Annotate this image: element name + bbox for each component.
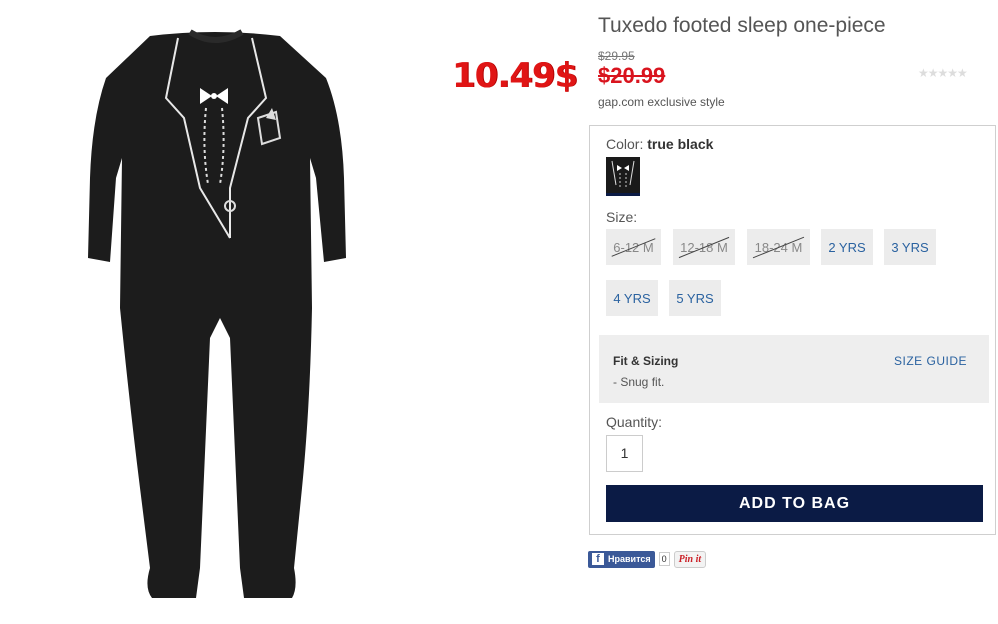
size-option-12-18m[interactable]: 12-18 M bbox=[673, 229, 735, 265]
size-option-4yrs[interactable]: 4 YRS bbox=[606, 280, 658, 316]
fit-title: Fit & Sizing bbox=[613, 354, 679, 368]
rating-stars[interactable]: ★★★★★ bbox=[918, 66, 968, 80]
size-option-5yrs[interactable]: 5 YRS bbox=[669, 280, 721, 316]
product-title: Tuxedo footed sleep one-piece bbox=[598, 14, 886, 37]
pin-it-button[interactable]: Pin it bbox=[673, 550, 707, 568]
promo-price: 10.49$ bbox=[452, 56, 578, 96]
product-image bbox=[88, 29, 346, 598]
sale-price: $20.99 bbox=[598, 63, 666, 88]
size-label: Size: bbox=[606, 209, 638, 225]
facebook-like-button[interactable]: f Нравится bbox=[588, 550, 655, 568]
add-to-bag-button[interactable]: ADD TO BAG bbox=[606, 485, 983, 522]
fit-description: - Snug fit. bbox=[613, 375, 665, 389]
swatch-image bbox=[611, 160, 635, 189]
color-value: true black bbox=[647, 136, 714, 152]
size-option-6-12m[interactable]: 6-12 M bbox=[606, 229, 661, 265]
quantity-input[interactable]: 1 bbox=[606, 435, 643, 472]
color-swatch-true-black[interactable] bbox=[606, 157, 640, 196]
size-guide-link[interactable]: SIZE GUIDE bbox=[894, 354, 967, 368]
facebook-like-label: Нравится bbox=[608, 554, 651, 564]
size-option-2yrs[interactable]: 2 YRS bbox=[821, 229, 873, 265]
quantity-label: Quantity: bbox=[606, 414, 663, 430]
social-share: f Нравится 0 Pin it bbox=[588, 550, 707, 568]
options-panel: Color: true black Size: 6-12 M 12-18 M 1… bbox=[589, 125, 996, 535]
facebook-icon: f bbox=[592, 553, 604, 565]
size-option-18-24m[interactable]: 18-24 M bbox=[747, 229, 810, 265]
color-label: Color: true black bbox=[606, 136, 713, 152]
fit-sizing-box: Fit & Sizing - Snug fit. SIZE GUIDE bbox=[599, 335, 989, 403]
exclusive-note: gap.com exclusive style bbox=[598, 95, 725, 109]
size-option-3yrs[interactable]: 3 YRS bbox=[884, 229, 936, 265]
facebook-like-count: 0 bbox=[658, 552, 670, 566]
original-price: $29.95 bbox=[598, 49, 635, 63]
color-label-text: Color: bbox=[606, 136, 644, 152]
